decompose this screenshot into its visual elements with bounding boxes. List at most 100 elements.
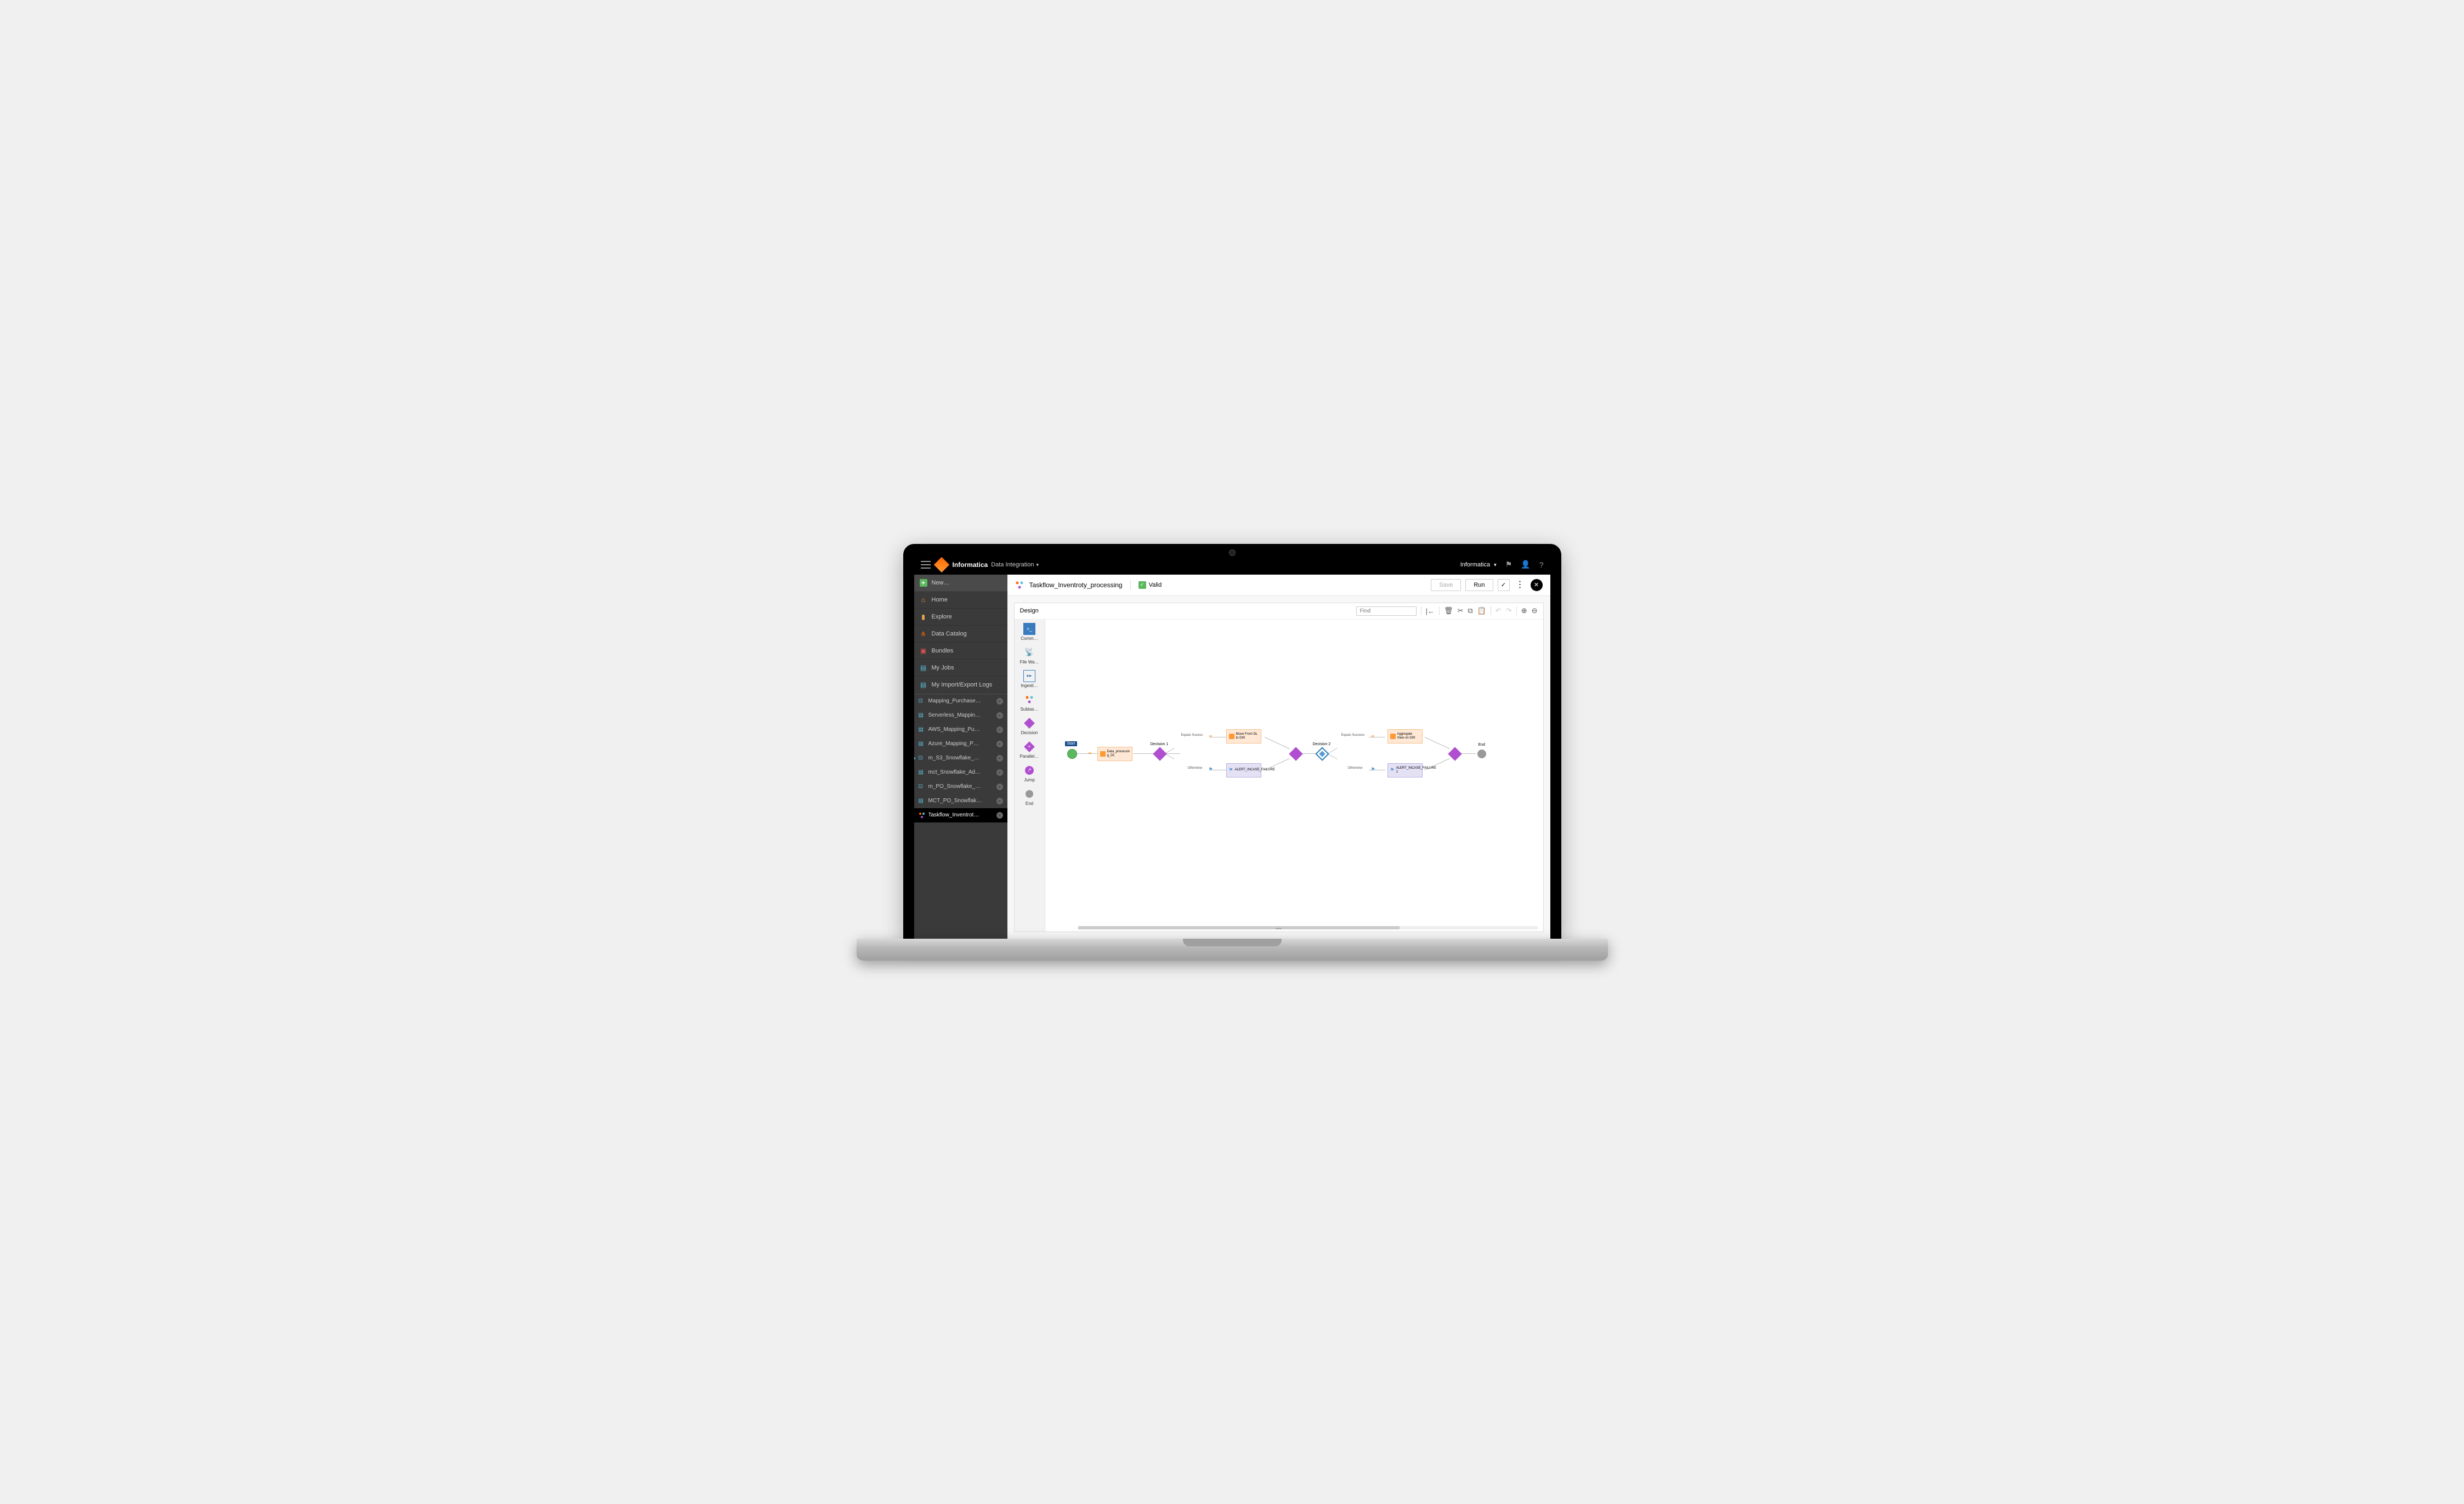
task-icon <box>1229 734 1234 739</box>
flow-alert-failure-2[interactable]: ⚑ ALERT_INCASE_FAILURE 1 <box>1387 763 1423 777</box>
worksheet-icon: ▤ <box>919 712 925 719</box>
end-icon <box>1023 788 1035 800</box>
close-icon[interactable]: × <box>996 755 1003 762</box>
tab-mapping-purchase[interactable]: ⊡Mapping_Purchase…× <box>914 694 1007 708</box>
go-to-start-icon[interactable]: |← <box>1426 607 1435 615</box>
design-section-label: Design <box>1020 608 1039 614</box>
canvas-toolbar: Design |← 🗑 ✂ ⧉ 📋 ↶ ↷ ⊕ ⊖ <box>1015 603 1543 620</box>
flag-icon[interactable]: ⚑ <box>1505 560 1513 569</box>
decision-1-label: Decision 1 <box>1151 742 1169 746</box>
tab-aws-mapping[interactable]: ▤AWS_Mapping_Pu…× <box>914 723 1007 737</box>
save-button[interactable]: Save <box>1431 579 1461 591</box>
close-icon[interactable]: × <box>996 712 1003 719</box>
tab-m-po-snowflake[interactable]: ⊡m_PO_Snowflake_…× <box>914 780 1007 794</box>
flow-merge-2[interactable] <box>1450 749 1460 759</box>
nav-bundles[interactable]: ▣Bundles <box>914 643 1007 660</box>
main-content: Taskflow_Inventroty_processing ✓ Valid S… <box>1007 575 1550 939</box>
palette-jump[interactable]: ↗Jump <box>1015 764 1045 782</box>
left-sidebar: + New… ⌂Home ▮Explore ⋔Data Catalog ▣Bun… <box>914 575 1007 939</box>
tab-m-s3-snowflake[interactable]: ⊡m_S3_Snowflake_…× <box>914 751 1007 765</box>
palette-command[interactable]: >_Comm… <box>1015 623 1045 641</box>
close-icon[interactable]: × <box>996 727 1003 733</box>
folder-icon: ▮ <box>920 613 927 621</box>
tab-mct-snowflake-ad[interactable]: ▤mct_Snowflake_Ad…× <box>914 765 1007 780</box>
palette-decision[interactable]: Decision <box>1015 717 1045 735</box>
new-button[interactable]: + New… <box>914 575 1007 592</box>
mapping-icon: ⊡ <box>919 784 925 790</box>
decision-diamond-icon <box>1153 747 1166 760</box>
flag-icon: ⚑ <box>1229 767 1233 773</box>
cut-icon[interactable]: ✂ <box>1457 606 1463 615</box>
tab-azure-mapping[interactable]: ▤Azure_Mapping_P…× <box>914 737 1007 751</box>
copy-icon[interactable]: ⧉ <box>1468 606 1472 615</box>
panel-resize-handle[interactable]: ••• <box>1268 927 1290 932</box>
canvas-scrollbar-h[interactable] <box>1078 926 1538 929</box>
flow-alert-failure-1[interactable]: ⚑ ALERT_INCASE_FAILURE <box>1226 763 1261 777</box>
flow-task-aggregate-view[interactable]: Aggregate View on DW <box>1387 729 1423 744</box>
flow-decision-1[interactable]: Decision 1 <box>1155 749 1165 759</box>
jobs-icon: ▤ <box>920 664 927 672</box>
user-icon[interactable]: 👤 <box>1521 560 1530 569</box>
flow-end-node[interactable]: End <box>1477 750 1486 758</box>
zoom-in-icon[interactable]: ⊕ <box>1521 606 1527 615</box>
flow-start-node[interactable]: Start <box>1067 749 1077 759</box>
nav-explore[interactable]: ▮Explore <box>914 609 1007 626</box>
arrow-icon: ➜ <box>1209 734 1213 739</box>
tab-serverless-mapping[interactable]: ▤Serverless_Mappin…× <box>914 708 1007 723</box>
paste-icon[interactable]: 📋 <box>1477 606 1486 615</box>
product-selector[interactable]: Data Integration▾ <box>991 561 1039 568</box>
tab-mct-po-snowflake[interactable]: ▤MCT_PO_Snowflak…× <box>914 794 1007 808</box>
file-wait-icon: 📡 <box>1023 646 1035 659</box>
ingestion-icon: ▸▸ <box>1023 670 1035 682</box>
branch-otherwise-2: Otherwise <box>1348 767 1363 770</box>
redo-icon[interactable]: ↷ <box>1506 606 1512 615</box>
close-icon[interactable]: × <box>996 698 1003 705</box>
validation-status: ✓ Valid <box>1138 581 1162 589</box>
more-menu-icon[interactable]: ⋮ <box>1514 579 1526 591</box>
close-designer-icon[interactable]: ✕ <box>1531 579 1543 591</box>
flag-icon: ⚑ <box>1371 767 1375 773</box>
delete-icon[interactable]: 🗑 <box>1444 606 1453 615</box>
zoom-out-icon[interactable]: ⊖ <box>1532 606 1538 615</box>
decision-icon <box>1023 717 1035 729</box>
taskflow-icon <box>919 812 925 819</box>
catalog-icon: ⋔ <box>920 630 927 638</box>
palette-parallel[interactable]: +Parallel… <box>1015 741 1045 759</box>
subtaskflow-icon <box>1023 694 1035 706</box>
close-icon[interactable]: × <box>996 812 1003 819</box>
flow-task-data-processing[interactable]: Data_processin g_DL <box>1097 747 1132 761</box>
decision-2-label: Decision 2 <box>1313 742 1331 746</box>
flow-decision-2[interactable]: Decision 2 <box>1317 749 1327 759</box>
jump-icon: ↗ <box>1023 764 1035 776</box>
taskflow-icon <box>1015 581 1024 589</box>
close-icon[interactable]: × <box>996 741 1003 747</box>
help-icon[interactable]: ? <box>1539 560 1544 569</box>
worksheet-icon: ▤ <box>919 741 925 747</box>
palette-subtaskflow[interactable]: Subtas… <box>1015 694 1045 712</box>
close-icon[interactable]: × <box>996 798 1003 804</box>
flow-merge-1[interactable] <box>1291 749 1301 759</box>
undo-icon[interactable]: ↶ <box>1496 606 1502 615</box>
validate-icon[interactable]: ✓ <box>1498 579 1510 591</box>
branch-otherwise-1: Otherwise <box>1188 767 1203 770</box>
nav-import-export-logs[interactable]: ▤My Import/Export Logs <box>914 677 1007 694</box>
palette-ingestion[interactable]: ▸▸Ingesti… <box>1015 670 1045 688</box>
nav-home[interactable]: ⌂Home <box>914 592 1007 609</box>
mapping-icon: ⊡ <box>919 755 925 762</box>
flag-icon: ⚑ <box>1390 767 1395 773</box>
close-icon[interactable]: × <box>996 784 1003 790</box>
close-icon[interactable]: × <box>996 769 1003 776</box>
tab-taskflow-inventory[interactable]: Taskflow_Inventrot…× <box>914 808 1007 822</box>
nav-data-catalog[interactable]: ⋔Data Catalog <box>914 626 1007 643</box>
arrow-icon: ➜ <box>1371 734 1375 739</box>
nav-my-jobs[interactable]: ▤My Jobs <box>914 660 1007 677</box>
hamburger-menu-icon[interactable] <box>921 561 931 569</box>
run-button[interactable]: Run <box>1465 579 1493 591</box>
flow-task-move-dl-dw[interactable]: Move From DL to DW <box>1226 729 1261 744</box>
find-input[interactable] <box>1356 606 1417 616</box>
flow-canvas[interactable]: Start ➜ Data_processin g_DL Decision 1 <box>1045 620 1543 932</box>
org-selector[interactable]: Informatica ▾ <box>1460 561 1497 568</box>
palette-file-wait[interactable]: 📡File Wa… <box>1015 646 1045 665</box>
palette-end[interactable]: End <box>1015 788 1045 806</box>
mapping-icon: ⊡ <box>919 698 925 705</box>
